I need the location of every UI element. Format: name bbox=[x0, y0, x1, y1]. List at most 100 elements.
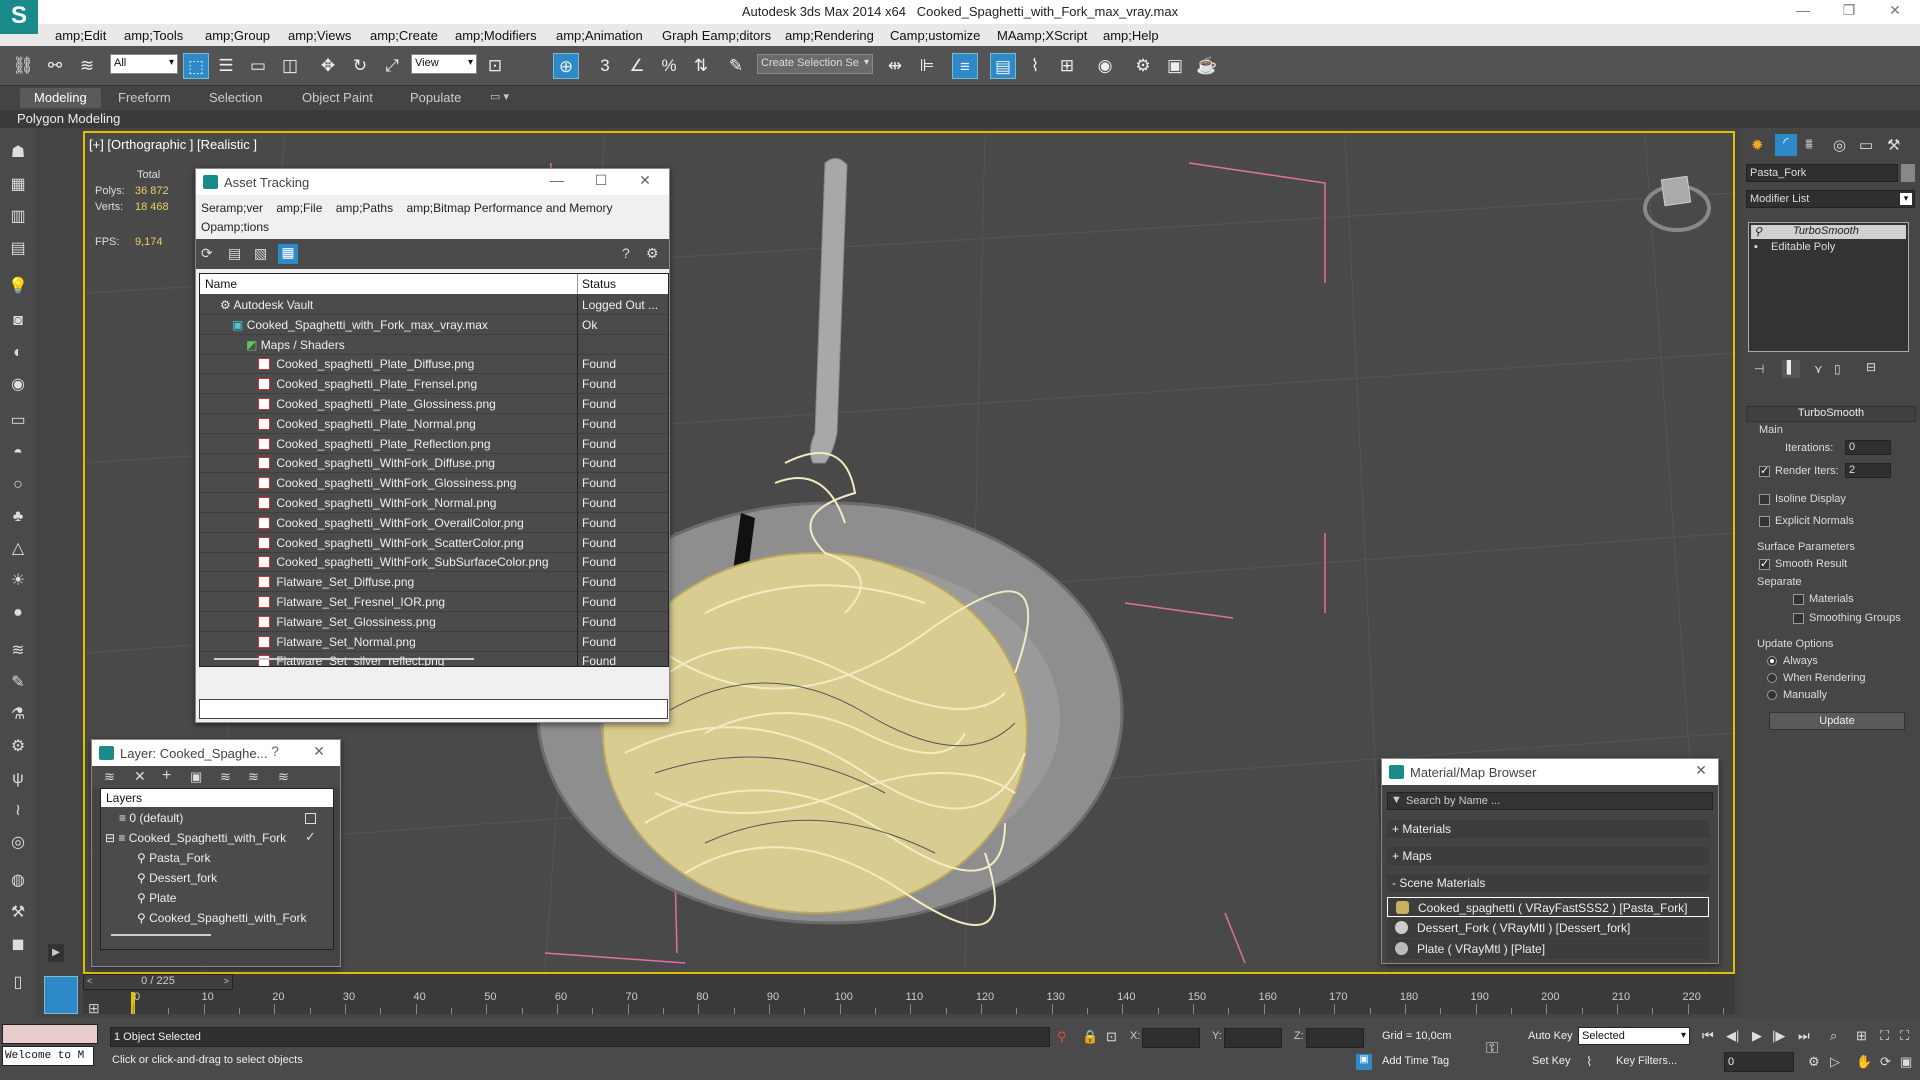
tab-object-paint[interactable]: Object Paint bbox=[302, 90, 373, 105]
polygon-modeling-panel[interactable]: Polygon Modeling bbox=[0, 110, 1920, 128]
menu-create[interactable]: amp;Create bbox=[370, 28, 438, 43]
thumbnail-view-icon[interactable]: ▧ bbox=[254, 245, 267, 262]
zoom-extents-all-icon[interactable]: ⛶ bbox=[1900, 1028, 1909, 1044]
layer-object-item[interactable]: ⚲ Pasta_Fork bbox=[137, 851, 210, 865]
play-icon[interactable]: ▶ bbox=[1752, 1028, 1762, 1044]
asset-row[interactable]: Cooked_spaghetti_WithFork_Diffuse.png Fou… bbox=[200, 453, 668, 474]
sphere-icon[interactable]: ○ bbox=[7, 474, 29, 496]
y-coordinate-field[interactable] bbox=[1224, 1028, 1282, 1048]
x-coordinate-field[interactable] bbox=[1142, 1028, 1200, 1048]
menu-edit[interactable]: amp;Edit bbox=[55, 28, 106, 43]
edit-named-selection-icon[interactable]: ✎ bbox=[723, 53, 749, 79]
select-move-icon[interactable]: ✥ bbox=[315, 53, 341, 79]
show-end-result-icon[interactable]: ▌ bbox=[1782, 360, 1800, 378]
display-tab-icon[interactable]: ▭ bbox=[1859, 136, 1873, 154]
paint-icon[interactable]: ✎ bbox=[7, 672, 29, 694]
menu-group[interactable]: amp;Group bbox=[205, 28, 270, 43]
dome-icon[interactable]: ◓ bbox=[7, 442, 29, 464]
section-maps[interactable]: + Maps bbox=[1387, 847, 1709, 865]
restore-icon[interactable]: ❐ bbox=[1834, 2, 1864, 22]
update-always-radio[interactable] bbox=[1767, 656, 1777, 666]
menu-tools[interactable]: amp;Tools bbox=[124, 28, 183, 43]
render-iters-checkbox[interactable] bbox=[1759, 464, 1770, 477]
asset-row[interactable]: Cooked_spaghetti_Plate_Glossiness.png Fou… bbox=[200, 394, 668, 414]
hair-icon[interactable]: ≀ bbox=[7, 800, 29, 822]
material-search-input[interactable]: ▼ Search by Name ... bbox=[1387, 792, 1713, 810]
set-key-button[interactable]: Set Key bbox=[1532, 1055, 1571, 1067]
asset-row[interactable]: Cooked_spaghetti_WithFork_ScatterColor.p… bbox=[200, 532, 668, 553]
curve-editor-icon[interactable]: ⌇ bbox=[1022, 53, 1048, 79]
menu-animation[interactable]: amp;Animation bbox=[556, 28, 643, 43]
new-layer-icon[interactable]: ≋ bbox=[104, 769, 115, 785]
asset-row[interactable]: Cooked_spaghetti_WithFork_Normal.png Foun… bbox=[200, 493, 668, 513]
tab-populate[interactable]: Populate bbox=[410, 90, 461, 105]
flask-icon[interactable]: ⚗ bbox=[7, 704, 29, 726]
menu-views[interactable]: amp;Views bbox=[288, 28, 351, 43]
update-when-rendering-radio[interactable] bbox=[1767, 673, 1777, 683]
gear-icon[interactable]: ⚙ bbox=[7, 736, 29, 758]
layer-object-item[interactable]: ⚲ Cooked_Spaghetti_with_Fork bbox=[137, 911, 307, 925]
freeze-all-icon[interactable]: ≋ bbox=[278, 769, 289, 785]
next-frame-icon[interactable]: |▶ bbox=[1772, 1028, 1785, 1044]
menu-customize[interactable]: Camp;ustomize bbox=[890, 28, 980, 43]
separate-materials-checkbox[interactable] bbox=[1793, 594, 1804, 605]
minimize-icon[interactable]: — bbox=[544, 172, 570, 188]
dome-light-icon[interactable]: ● bbox=[7, 602, 29, 624]
scene-explorer-icon[interactable]: ▥ bbox=[7, 206, 29, 228]
menu-rendering[interactable]: amp;Rendering bbox=[785, 28, 874, 43]
object-color-swatch[interactable] bbox=[1901, 164, 1915, 182]
light-bulb-icon[interactable]: ⚲ bbox=[1754, 225, 1762, 238]
sun-icon[interactable]: ☀ bbox=[7, 570, 29, 592]
material-browser-titlebar[interactable]: Material/Map Browser ✕ bbox=[1382, 759, 1718, 785]
document-icon[interactable]: ▯ bbox=[7, 972, 29, 994]
layer-titlebar[interactable]: Layer: Cooked_Spaghe... ? ✕ bbox=[92, 740, 340, 766]
help-icon[interactable]: ? bbox=[622, 245, 630, 261]
cone-light-icon[interactable]: △ bbox=[7, 538, 29, 560]
asset-row[interactable]: Flatware_Set_Fresnel_IOR.png Found bbox=[200, 592, 668, 612]
pin-stack-icon[interactable]: ⊣ bbox=[1754, 362, 1764, 376]
menu-file[interactable]: amp;File bbox=[276, 201, 322, 215]
section-scene-materials[interactable]: - Scene Materials bbox=[1387, 874, 1709, 892]
z-coordinate-field[interactable] bbox=[1306, 1028, 1364, 1048]
go-to-end-icon[interactable]: ⏭ bbox=[1798, 1028, 1810, 1044]
select-layer-icon[interactable]: ▣ bbox=[190, 769, 202, 785]
asset-row[interactable]: Cooked_spaghetti_WithFork_Glossiness.png… bbox=[200, 473, 668, 494]
remove-modifier-icon[interactable]: ▯ bbox=[1834, 362, 1841, 376]
angle-snap-icon[interactable]: ∠ bbox=[624, 53, 650, 79]
film-icon[interactable]: ◉ bbox=[7, 374, 29, 396]
render-icon[interactable]: ◼ bbox=[7, 934, 29, 956]
utilities-tab-icon[interactable]: ⚒ bbox=[1887, 136, 1900, 154]
asset-row[interactable]: ◩ Maps / Shaders bbox=[200, 334, 668, 355]
selection-filter-dropdown[interactable]: All ▾ bbox=[110, 54, 178, 74]
layer-object-item[interactable]: ⚲ Plate bbox=[137, 891, 176, 905]
key-icon[interactable]: ⚿ bbox=[1486, 1040, 1498, 1058]
time-config-icon[interactable]: ⚙ bbox=[1808, 1054, 1820, 1070]
add-icon[interactable]: + bbox=[162, 767, 171, 785]
material-item[interactable]: Dessert_Fork ( VRayMtl ) [Dessert_fork] bbox=[1387, 918, 1709, 938]
expand-icon[interactable]: ▪ bbox=[1754, 241, 1758, 253]
menu-graph-editors[interactable]: Graph Eamp;ditors bbox=[662, 28, 771, 43]
select-rotate-icon[interactable]: ↻ bbox=[347, 53, 373, 79]
material-item[interactable]: Plate ( VRayMtl ) [Plate] bbox=[1387, 939, 1709, 959]
asset-row[interactable]: Flatware_Set_Normal.png Found bbox=[200, 631, 668, 652]
table-view-icon[interactable]: ▦ bbox=[278, 244, 298, 264]
asset-row[interactable]: Cooked_spaghetti_Plate_Frensel.png Found bbox=[200, 374, 668, 395]
named-selection-set-dropdown[interactable]: Create Selection Se ▾ bbox=[757, 54, 873, 74]
asset-row[interactable]: Cooked_spaghetti_Plate_Diffuse.png Found bbox=[200, 354, 668, 375]
section-materials[interactable]: + Materials bbox=[1387, 820, 1709, 838]
create-tab-icon[interactable]: ✹ bbox=[1751, 136, 1764, 154]
snaps-toggle-icon[interactable]: 3 bbox=[592, 53, 618, 79]
configure-sets-icon[interactable]: ⊟ bbox=[1866, 360, 1884, 378]
asset-row[interactable]: Flatware_Set_Diffuse.png Found bbox=[200, 572, 668, 593]
delete-icon[interactable]: ✕ bbox=[134, 768, 146, 785]
app-logo-icon[interactable]: S bbox=[0, 0, 38, 34]
layer-column-header[interactable]: Layers bbox=[101, 789, 333, 807]
isolate-selection-icon[interactable]: ⚲ bbox=[1057, 1029, 1067, 1045]
shrub-icon[interactable]: ♣ bbox=[7, 506, 29, 528]
asset-path-field[interactable] bbox=[199, 699, 668, 719]
material-item[interactable]: Cooked_spaghetti ( VRayFastSSS2 ) [Pasta… bbox=[1387, 897, 1709, 917]
material-editor-icon[interactable]: ◉ bbox=[1092, 53, 1118, 79]
isoline-display-checkbox[interactable] bbox=[1759, 494, 1770, 505]
auto-key-button[interactable]: Auto Key bbox=[1528, 1030, 1573, 1042]
absolute-mode-icon[interactable]: ⊡ bbox=[1106, 1029, 1117, 1045]
